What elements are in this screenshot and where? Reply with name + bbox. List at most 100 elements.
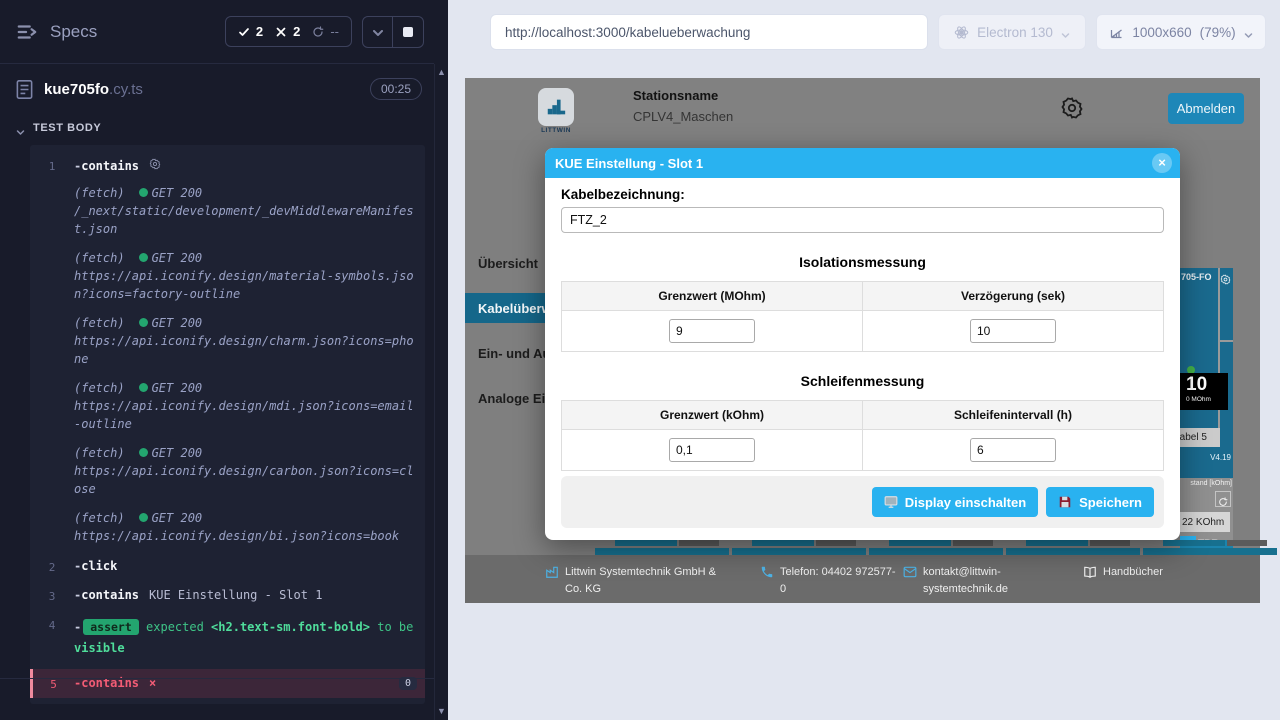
aut-controls: http://localhost:3000/kabelueberwachung … (448, 0, 1280, 64)
status-dot (139, 253, 148, 262)
factory-icon (545, 565, 559, 579)
settings-gear-icon[interactable] (1060, 96, 1084, 120)
test-body-header[interactable]: TEST BODY (16, 122, 101, 134)
littwin-logo (538, 88, 574, 126)
refresh-button[interactable] (1215, 491, 1231, 507)
section-title: Schleifenmessung (561, 373, 1164, 389)
document-icon (16, 80, 33, 99)
value-input-1-1[interactable] (970, 438, 1056, 462)
command-number: 1 (30, 158, 74, 545)
command-name: contains (81, 159, 139, 173)
status-dot (139, 188, 148, 197)
cable-name-input[interactable] (561, 207, 1164, 233)
footer-text: Handbücher (1103, 564, 1163, 581)
stop-button[interactable] (393, 17, 423, 47)
fetch-log[interactable]: (fetch)GET 200https://api.iconify.design… (74, 444, 417, 498)
modal-header: KUE Einstellung - Slot 1 × (545, 148, 1180, 178)
viewport-select[interactable]: 1000x660 (79%) (1096, 14, 1266, 50)
chevron-down-icon (1244, 28, 1253, 37)
cable-name-label: Kabelbezeichnung: (561, 187, 1164, 202)
run-controls (362, 16, 424, 48)
value-input-0-1[interactable] (970, 319, 1056, 343)
viewport-size: 1000x660 (1132, 25, 1191, 40)
check-icon (238, 26, 250, 38)
gear-icon (149, 158, 161, 170)
command-name: contains (81, 588, 139, 602)
station-label: Stationsname (633, 88, 733, 103)
fetch-log[interactable]: (fetch)GET 200/_next/static/development/… (74, 184, 417, 238)
footer-item-book[interactable]: Handbücher (1083, 564, 1203, 581)
slot-tile-fragment (861, 540, 1011, 555)
test-body-label: TEST BODY (33, 122, 101, 134)
stop-icon (403, 27, 413, 37)
specs-bar: Specs 2 2 -- (0, 0, 434, 64)
logout-button[interactable]: Abmelden (1168, 93, 1244, 124)
modal-footer: Display einschalten Speichern (561, 476, 1164, 528)
status-dot (139, 448, 148, 457)
fetch-log[interactable]: (fetch)GET 200https://api.iconify.design… (74, 509, 417, 545)
version-label: V4.19 (1180, 453, 1231, 462)
collapse-button[interactable] (363, 17, 393, 47)
column-header: Grenzwert (kOhm) (562, 401, 862, 429)
stat-pending[interactable]: -- (312, 24, 339, 39)
scroll-down-icon[interactable]: ▼ (437, 707, 446, 716)
spec-file-row[interactable]: kue705fo .cy.ts 00:25 (0, 64, 434, 114)
status-dot (139, 383, 148, 392)
stat-passed[interactable]: 2 (238, 24, 263, 39)
fetch-log[interactable]: (fetch)GET 200https://api.iconify.design… (74, 314, 417, 368)
modal-body: Kabelbezeichnung: IsolationsmessungGrenz… (545, 178, 1180, 540)
resistance-label: stand [kOhm] (1190, 480, 1232, 487)
slot-tile-fragment (724, 540, 874, 555)
test-stats: 2 2 -- (225, 16, 352, 47)
url-input[interactable]: http://localhost:3000/kabelueberwachung (490, 14, 928, 50)
reporter-scrollbar[interactable]: ▲ ▼ (434, 64, 448, 720)
specs-title: Specs (50, 22, 97, 42)
save-button[interactable]: Speichern (1046, 487, 1154, 517)
refresh-icon (1218, 494, 1228, 504)
command-arg: KUE Einstellung - Slot 1 (149, 588, 322, 602)
modal-title: KUE Einstellung - Slot 1 (555, 156, 703, 171)
resistance-panel: stand [kOhm] 22 KOhm e TDR (1180, 478, 1233, 540)
device-title: 705-FO (1181, 272, 1212, 282)
value-input-1-0[interactable] (669, 438, 755, 462)
fetch-log[interactable]: (fetch)GET 200https://api.iconify.design… (74, 249, 417, 303)
footer-item-factory: Littwin Systemtechnik GmbH & Co. KG (545, 564, 723, 597)
device-panel-fragment: 705-FO 10 0 MOhm Kabel 5 V4.19 stand [kO… (1180, 268, 1233, 552)
column-header: Grenzwert (MOhm) (562, 282, 862, 310)
spec-name: kue705fo (44, 81, 109, 98)
assert-badge: assert (83, 619, 139, 635)
fetch-log[interactable]: (fetch)GET 200https://api.iconify.design… (74, 379, 417, 433)
app-footer: Littwin Systemtechnik GmbH & Co. KG Telef… (465, 555, 1260, 603)
command-row-2[interactable]: 2-click (30, 552, 425, 581)
display-on-button[interactable]: Display einschalten (872, 487, 1038, 517)
command-row-3[interactable]: 3-containsKUE Einstellung - Slot 1 (30, 581, 425, 610)
command-number: 2 (30, 559, 74, 574)
browser-select[interactable]: Electron 130 (938, 14, 1086, 50)
specs-toggle-icon[interactable] (16, 21, 38, 43)
footer-item-phone: Telefon: 04402 972577-0 (760, 564, 898, 597)
refresh-icon (312, 26, 324, 38)
monitor-icon (884, 495, 898, 509)
stat-failed[interactable]: 2 (275, 24, 300, 39)
divider (1218, 340, 1233, 342)
station-info: Stationsname CPLV4_Maschen (633, 88, 733, 124)
command-name: click (81, 559, 117, 573)
measurement-display: 10 0 MOhm (1180, 373, 1228, 410)
spec-duration-badge: 00:25 (370, 78, 422, 100)
chevron-down-icon (372, 26, 384, 38)
scroll-up-icon[interactable]: ▲ (437, 68, 446, 77)
column-header: Schleifenintervall (h) (862, 401, 1163, 429)
ruler-icon (1109, 25, 1124, 40)
command-row-5[interactable]: 5-contains×0 (30, 669, 425, 698)
footer-item-email: kontakt@littwin-systemtechnik.de (903, 564, 1015, 597)
value-input-0-0[interactable] (669, 319, 755, 343)
kue-settings-modal: KUE Einstellung - Slot 1 × Kabelbezeichn… (545, 148, 1180, 540)
command-row-4[interactable]: 4-assert expected <h2.text-sm.font-bold>… (30, 610, 425, 665)
chevron-down-icon (1061, 28, 1070, 37)
command-row-1[interactable]: 1-contains(fetch)GET 200/_next/static/de… (30, 151, 425, 552)
footer-text: Telefon: 04402 972577-0 (780, 564, 898, 597)
close-icon[interactable]: × (1152, 153, 1172, 173)
measurement-sections: IsolationsmessungGrenzwert (MOhm)Verzöge… (561, 233, 1164, 471)
gear-icon[interactable] (1220, 272, 1231, 283)
station-value: CPLV4_Maschen (633, 109, 733, 124)
